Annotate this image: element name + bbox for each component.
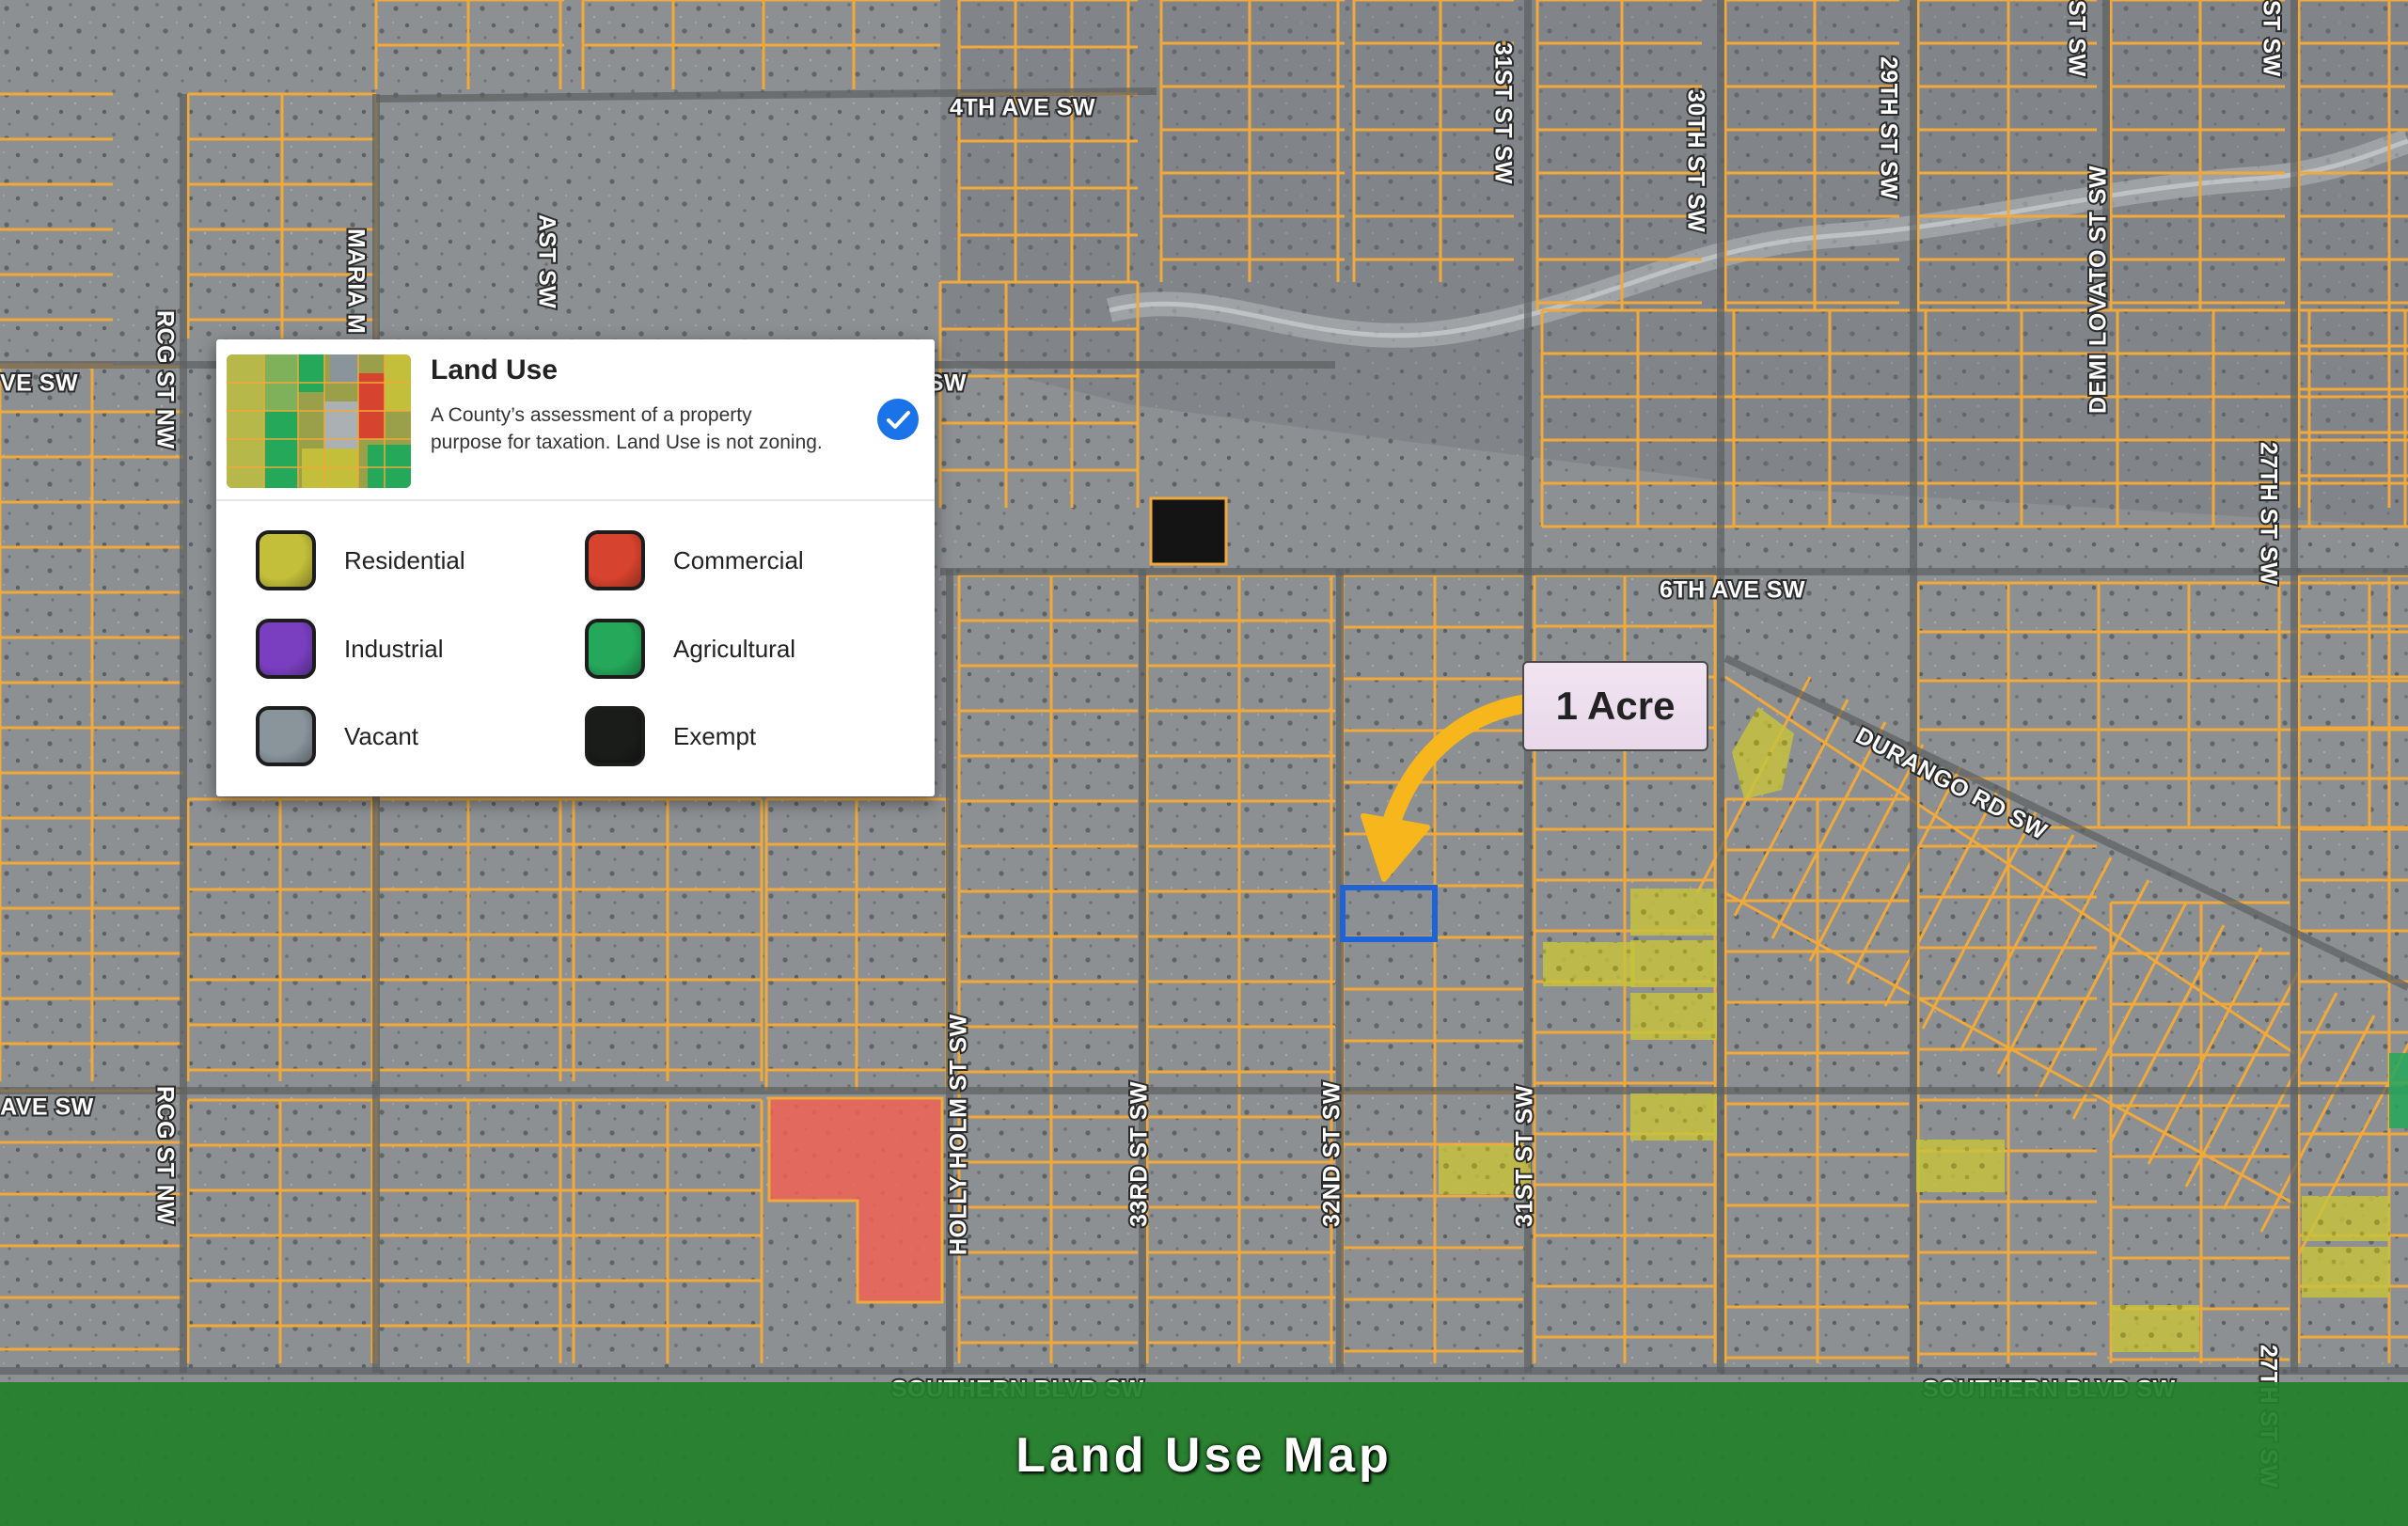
legend-item-vacant: Vacant xyxy=(256,706,566,776)
road-label-4th-ave-sw: 4TH AVE SW xyxy=(950,95,1095,121)
residential-parcel xyxy=(2302,1247,2390,1298)
road-label-ast-sw: AST SW xyxy=(533,214,559,308)
exempt-swatch xyxy=(585,706,645,766)
road-label-holly-holm-st-sw: HOLLY HOLM ST SW xyxy=(946,1014,972,1255)
exempt-parcel[interactable] xyxy=(1149,496,1228,566)
residential-parcel xyxy=(2111,1305,2199,1352)
road-label-demi-lovato-st-sw: DEMI LOVATO ST SW xyxy=(2085,165,2112,414)
vacant-swatch xyxy=(256,706,316,766)
road-label-30th-st-sw: 30TH ST SW xyxy=(1682,89,1708,232)
agricultural-swatch xyxy=(585,619,645,679)
legend-item-commercial: Commercial xyxy=(585,530,895,600)
footer-title: Land Use Map xyxy=(1015,1428,1393,1483)
road-label-29th-st-sw: 29TH ST SW xyxy=(1875,56,1901,199)
residential-swatch xyxy=(256,530,316,590)
residential-parcel xyxy=(1630,993,1717,1040)
road-label-31st-st-sw: 31ST ST SW xyxy=(1512,1085,1538,1227)
legend-header: Land Use A County’s assessment of a prop… xyxy=(216,339,935,501)
residential-parcel xyxy=(2389,1053,2408,1128)
road-label-33rd-st-sw: 33RD ST SW xyxy=(1126,1081,1153,1227)
road-label-ave-sw-lower-left: AVE SW xyxy=(0,1094,94,1121)
land-use-thumbnail xyxy=(227,354,411,488)
legend-item-agricultural: Agricultural xyxy=(585,619,895,688)
legend-label: Industrial xyxy=(344,635,444,663)
residential-parcel xyxy=(1630,940,1717,987)
legend-label: Vacant xyxy=(344,722,419,750)
road-label-27th-st-sw: 27TH ST SW xyxy=(2255,442,2281,585)
legend-label: Exempt xyxy=(673,722,757,750)
road-label-rcg-st-nw-2: RCG ST NW xyxy=(151,1086,178,1225)
residential-parcel xyxy=(1543,942,1635,986)
residential-parcel xyxy=(1630,889,1717,936)
legend-item-industrial: Industrial xyxy=(256,619,566,688)
residential-parcel xyxy=(2302,1196,2390,1241)
legend-title: Land Use xyxy=(431,354,559,385)
legend-description: A County’s assessment of a property purp… xyxy=(431,404,823,453)
legend-label: Commercial xyxy=(673,546,804,574)
land-use-legend: Land Use A County’s assessment of a prop… xyxy=(216,339,935,796)
road-label-maria: MARIA M xyxy=(342,228,369,334)
residential-parcel xyxy=(1916,1140,2005,1192)
road-label-32nd-st-sw: 32ND ST SW xyxy=(1319,1081,1346,1227)
residential-parcel xyxy=(1630,1093,1717,1141)
road-label-st-sw-top: ST SW xyxy=(2063,0,2089,77)
road-label-ave-sw-upper-left: VE SW xyxy=(0,370,78,397)
road-label-rcg-st-nw: RCG ST NW xyxy=(151,310,178,449)
land-use-map-view: 4TH AVE SW5TH AVE SW6TH AVE SWVE SWAVE S… xyxy=(0,0,2408,1526)
parcel-size-callout: 1 Acre xyxy=(1522,661,1708,751)
legend-label: Residential xyxy=(344,546,465,574)
road-label-31st-st-sw-top: 31ST ST SW xyxy=(1489,42,1516,184)
commercial-swatch xyxy=(585,530,645,590)
footer-banner: Land Use Map xyxy=(0,1382,2408,1526)
legend-label: Agricultural xyxy=(673,635,796,663)
legend-item-residential: Residential xyxy=(256,530,566,600)
legend-item-exempt: Exempt xyxy=(585,706,895,776)
layer-enabled-check-icon[interactable] xyxy=(877,399,919,440)
road-label-st-sw-right: ST SW xyxy=(2258,0,2284,77)
industrial-swatch xyxy=(256,619,316,679)
road-label-6th-ave-sw: 6TH AVE SW xyxy=(1660,577,1805,604)
